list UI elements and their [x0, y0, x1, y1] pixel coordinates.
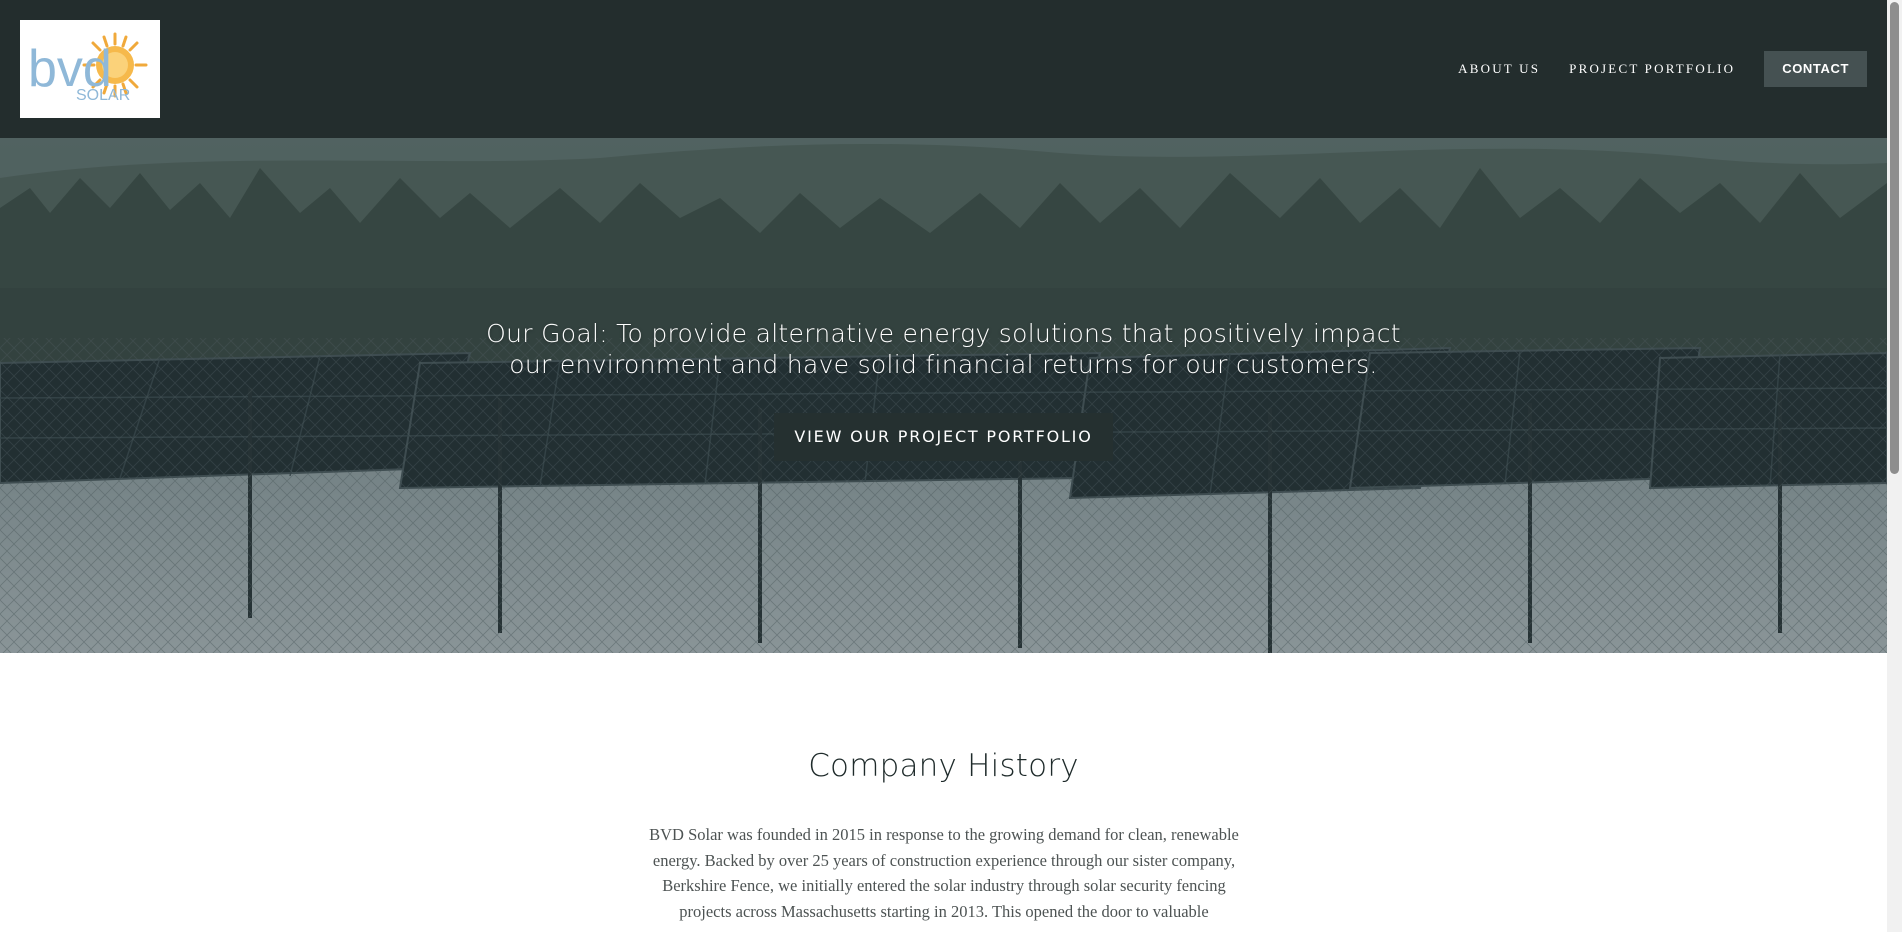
history-line: projects across Massachusetts starting i…: [679, 901, 1209, 921]
svg-text:SOLAR: SOLAR: [76, 87, 130, 104]
company-history-heading: Company History: [808, 748, 1079, 784]
hero-line-2: our environment and have solid financial…: [509, 350, 1378, 379]
bvd-solar-logo[interactable]: bvd SOLAR: [20, 20, 160, 118]
hero-overlay: [0, 138, 1887, 653]
page-scrollbar[interactable]: [1887, 0, 1902, 932]
site-header: bvd SOLAR About Us Project Portfolio Con…: [0, 0, 1887, 138]
scrollbar-thumb[interactable]: [1890, 2, 1899, 474]
main-nav: About Us Project Portfolio Contact: [1458, 51, 1867, 87]
history-line: energy. Backed by over 25 years of const…: [652, 850, 1236, 870]
nav-project-portfolio[interactable]: Project Portfolio: [1569, 61, 1735, 77]
hero-line-1: Our Goal: To provide alternative energy …: [486, 319, 1401, 348]
contact-button[interactable]: Contact: [1764, 51, 1867, 87]
hero-section: Our Goal: To provide alternative energy …: [0, 138, 1887, 653]
hero-goal-text: Our Goal: To provide alternative energy …: [0, 318, 1887, 380]
sun-logo-icon: bvd SOLAR: [28, 32, 148, 104]
history-line: BVD Solar was founded in 2015 in respons…: [649, 825, 1239, 844]
history-line: Berkshire Fence, we initially entered th…: [662, 876, 1226, 895]
view-portfolio-button[interactable]: View Our Project Portfolio: [774, 413, 1113, 461]
nav-about-us[interactable]: About Us: [1458, 61, 1540, 77]
company-history-text: BVD Solar was founded in 2015 in respons…: [626, 822, 1262, 924]
